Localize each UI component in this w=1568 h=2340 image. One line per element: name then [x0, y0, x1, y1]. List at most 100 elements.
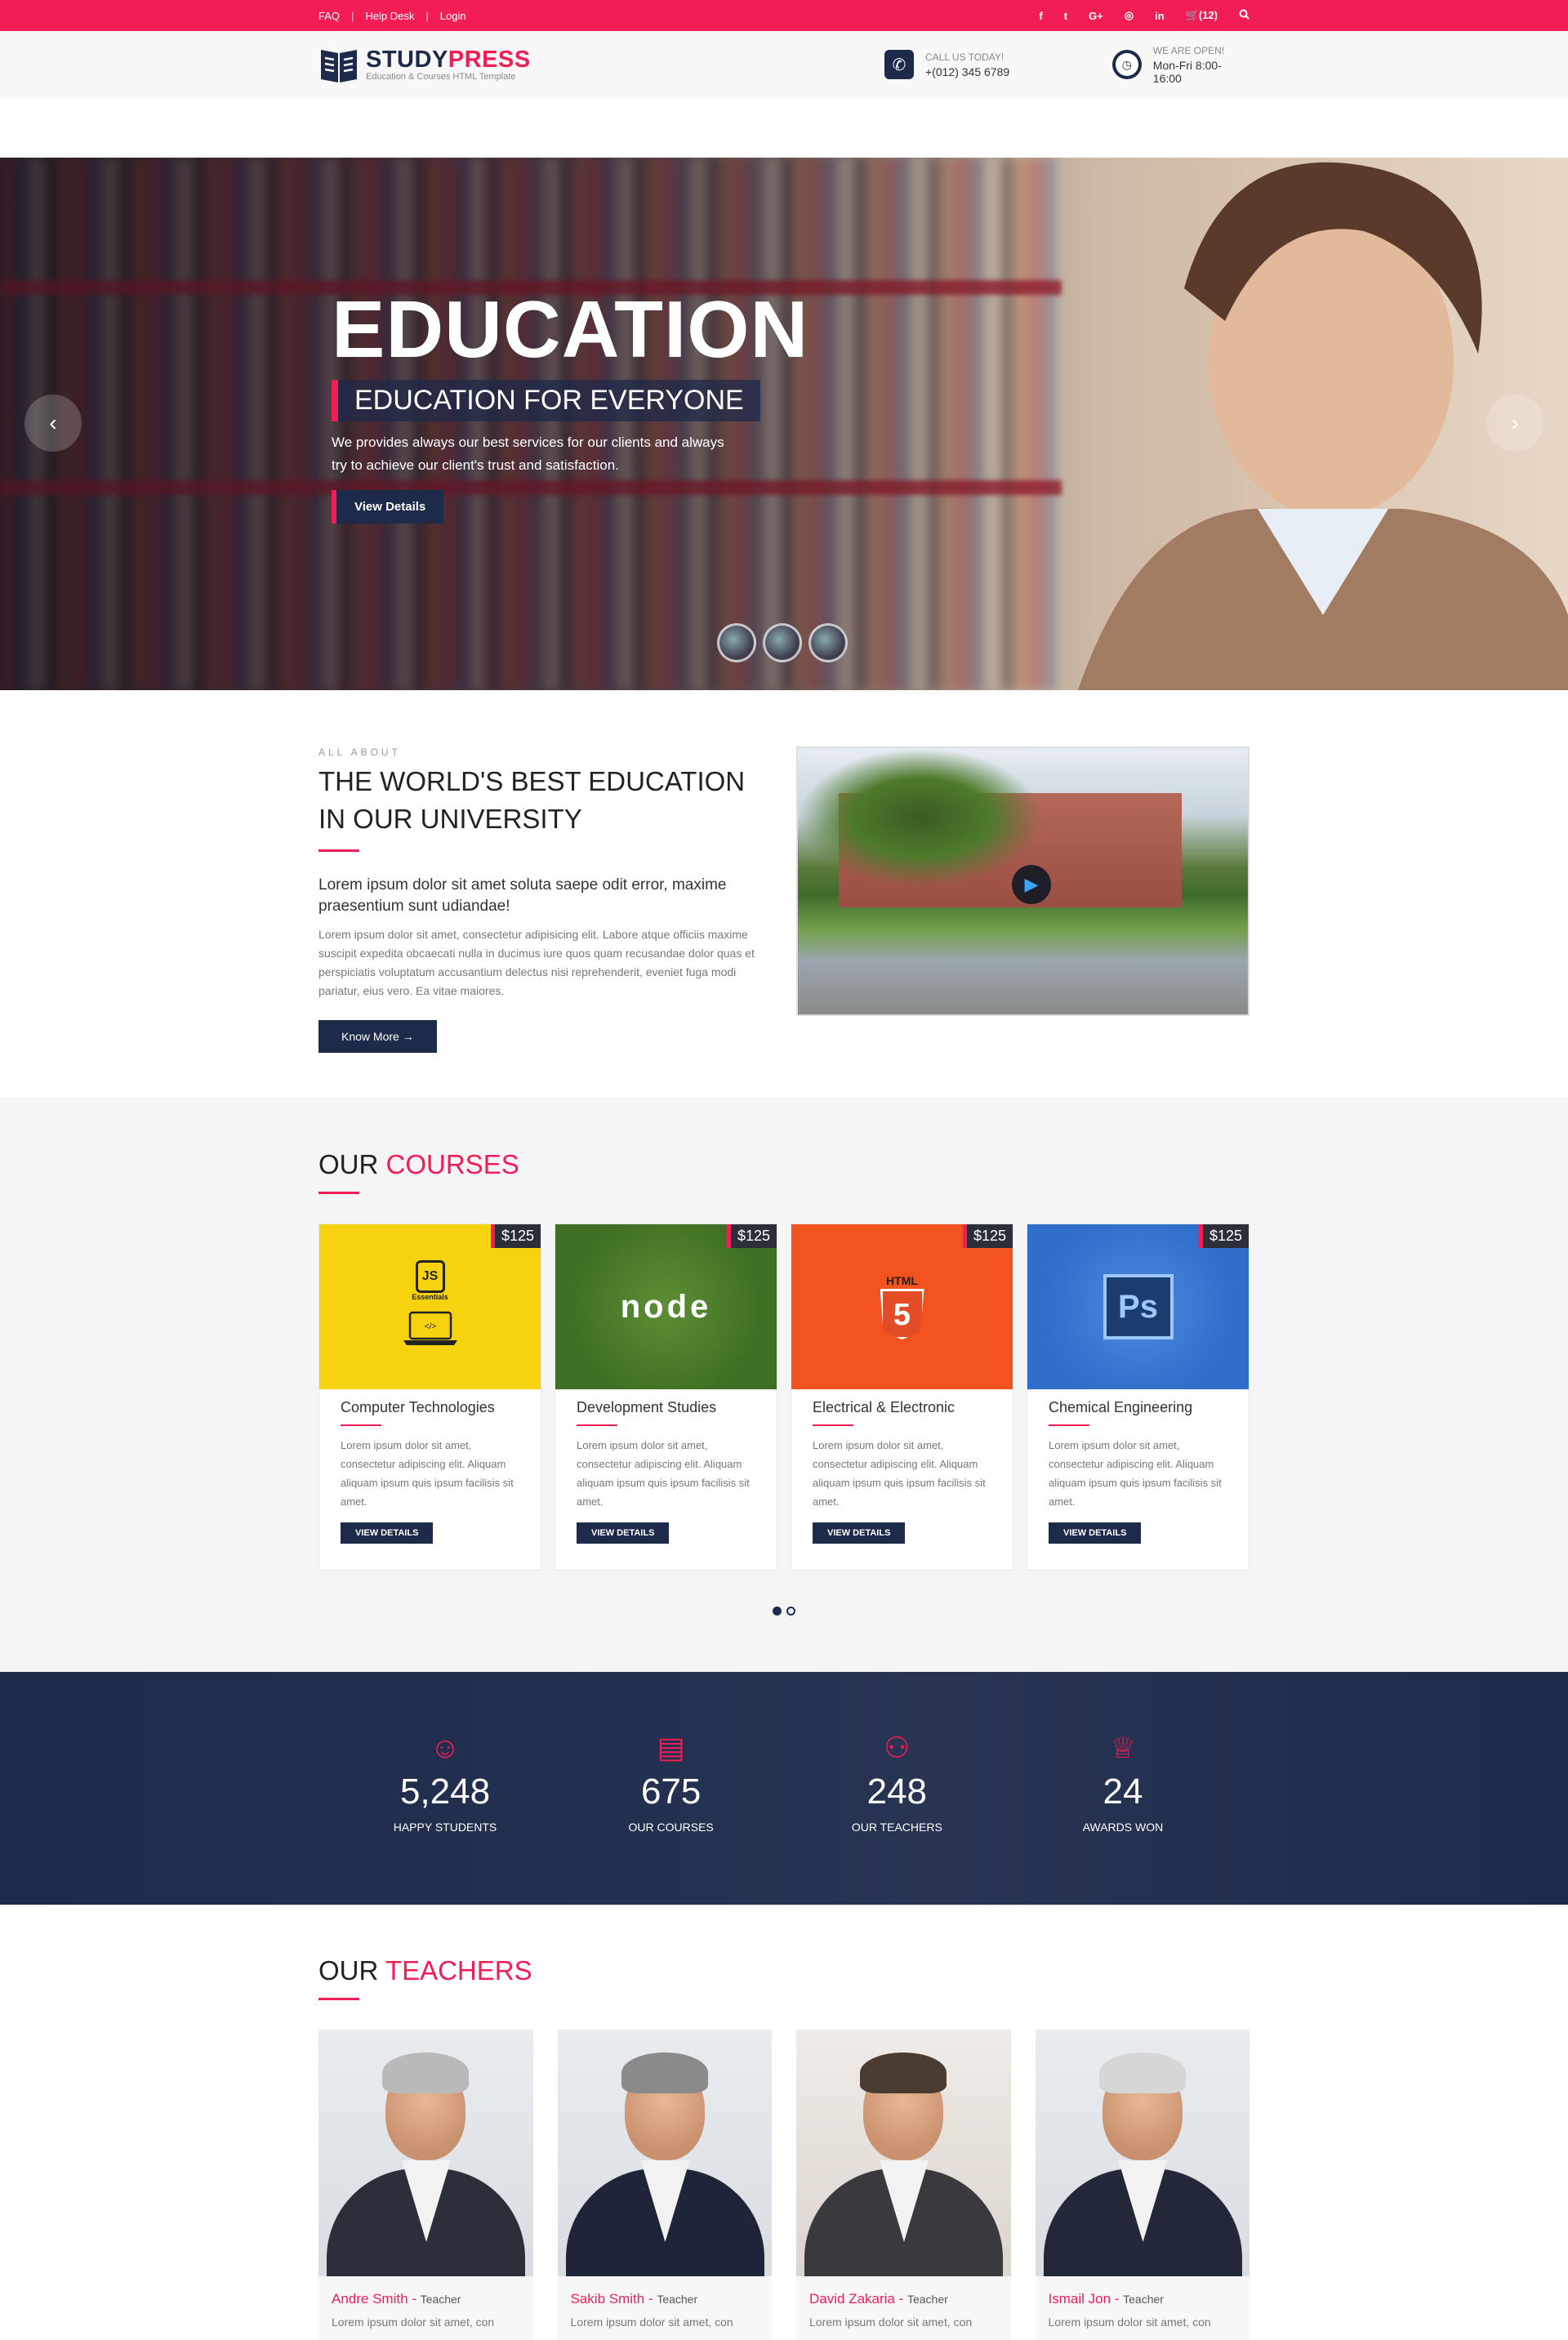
trophy-icon: ♕ — [1109, 1731, 1137, 1764]
carousel-dot[interactable] — [786, 1607, 795, 1616]
teacher-name[interactable]: Sakib Smith - Teacher — [558, 2276, 773, 2307]
slide-thumb[interactable] — [808, 623, 848, 662]
course-card: Ps $125 Chemical Engineering Lorem ipsum… — [1027, 1223, 1250, 1571]
teacher-photo[interactable] — [318, 2030, 533, 2276]
course-card: JS Essentials </> $125 Computer Technolo… — [318, 1223, 541, 1571]
book-logo-icon — [321, 50, 357, 82]
teachers-title: OUR TEACHERS — [318, 1955, 532, 1986]
teacher-name[interactable]: David Zakaria - Teacher — [796, 2276, 1011, 2307]
laptop-icon: </> — [403, 1311, 457, 1345]
view-details-button[interactable]: VIEW DETAILS — [341, 1522, 434, 1544]
call-label: CALL US TODAY! — [925, 51, 1004, 63]
about-lead: Lorem ipsum dolor sit amet soluta saepe … — [318, 876, 727, 915]
know-more-button[interactable]: Know More → — [318, 1020, 437, 1053]
title-underline — [813, 1424, 853, 1426]
hero-slider: EDUCATION EDUCATION FOR EVERYONE We prov… — [0, 158, 1568, 690]
slide-thumbnails — [717, 623, 848, 662]
stat-label: AWARDS WON — [1082, 1821, 1164, 1834]
users-icon: ⚇ — [884, 1731, 911, 1764]
separator: | — [425, 9, 429, 22]
cart-count: (12) — [1198, 9, 1218, 21]
brand-tagline: Education & Courses HTML Template — [366, 72, 516, 82]
teacher-list: Andre Smith - Teacher Lorem ipsum dolor … — [318, 2030, 1250, 2340]
course-description: Lorem ipsum dolor sit amet, consectetur … — [577, 1439, 750, 1508]
hero-description: We provides always our best services for… — [332, 435, 724, 473]
teacher-photo[interactable] — [557, 2030, 772, 2276]
course-title[interactable]: Development Studies — [577, 1399, 755, 1416]
teacher-card: Sakib Smith - Teacher Lorem ipsum dolor … — [557, 2030, 773, 2340]
stat-teachers: ⚇ 248 OUR TEACHERS — [811, 1731, 982, 1834]
cart-icon: 🛒 — [1185, 9, 1199, 21]
teacher-card: David Zakaria - Teacher Lorem ipsum dolo… — [796, 2030, 1011, 2340]
title-underline — [318, 849, 359, 852]
about-title: THE WORLD'S BEST EDUCATION IN OUR UNIVER… — [318, 766, 746, 834]
course-title[interactable]: Chemical Engineering — [1049, 1399, 1227, 1416]
slide-thumb[interactable] — [717, 623, 756, 662]
view-details-button[interactable]: View Details — [332, 490, 444, 524]
course-image[interactable]: HTML 5 $125 — [791, 1224, 1013, 1389]
title-underline — [1049, 1424, 1089, 1426]
course-card: HTML 5 $125 Electrical & Electronic Lore… — [791, 1223, 1013, 1571]
stat-awards: ♕ 24 AWARDS WON — [1037, 1731, 1209, 1834]
google-plus-icon[interactable]: G+ — [1089, 10, 1103, 22]
stat-courses: ▤ 675 OUR COURSES — [586, 1731, 757, 1834]
courses-title: OUR COURSES — [318, 1149, 519, 1179]
help-desk-link[interactable]: Help Desk — [365, 10, 414, 22]
campus-tree — [798, 748, 1043, 887]
facebook-icon[interactable]: f — [1039, 10, 1042, 22]
nodejs-logo: node — [620, 1288, 712, 1325]
course-list: JS Essentials </> $125 Computer Technolo… — [318, 1223, 1250, 1571]
logo[interactable]: STUDYPRESS Education & Courses HTML Temp… — [318, 45, 531, 84]
twitter-icon[interactable]: t — [1064, 10, 1067, 22]
separator: | — [351, 9, 354, 22]
title-underline — [577, 1424, 617, 1426]
teacher-photo[interactable] — [1035, 2030, 1250, 2276]
hours-info: ◷ WE ARE OPEN! Mon-Fri 8:00-16:00 — [1112, 45, 1250, 85]
title-underline — [318, 1998, 359, 2000]
stat-label: OUR TEACHERS — [851, 1821, 942, 1834]
hero-subtitle: EDUCATION FOR EVERYONE — [332, 380, 760, 421]
next-slide-button[interactable]: › — [1486, 394, 1544, 452]
slide-thumb[interactable] — [763, 623, 802, 662]
hero-content: EDUCATION EDUCATION FOR EVERYONE We prov… — [332, 288, 808, 524]
cart-button[interactable]: 🛒(12) — [1186, 9, 1218, 22]
course-image[interactable]: JS Essentials </> $125 — [319, 1224, 541, 1389]
stats-section: ☺ 5,248 HAPPY STUDENTS ▤ 675 OUR COURSES… — [0, 1672, 1568, 1905]
view-details-button[interactable]: VIEW DETAILS — [813, 1522, 906, 1544]
call-value[interactable]: +(012) 345 6789 — [925, 65, 1009, 78]
carousel-dots — [318, 1607, 1250, 1616]
carousel-dot[interactable] — [773, 1607, 782, 1616]
teacher-name[interactable]: Andre Smith - Teacher — [318, 2276, 533, 2307]
faq-link[interactable]: FAQ — [318, 10, 340, 22]
course-title[interactable]: Electrical & Electronic — [813, 1399, 991, 1416]
stat-label: HAPPY STUDENTS — [393, 1821, 497, 1834]
about-body: Lorem ipsum dolor sit amet, consectetur … — [318, 928, 755, 997]
stat-value: 675 — [640, 1772, 702, 1812]
play-icon[interactable]: ▶ — [1012, 865, 1051, 904]
stat-happy-students: ☺ 5,248 HAPPY STUDENTS — [359, 1731, 531, 1834]
instagram-icon[interactable]: ◎ — [1125, 9, 1134, 22]
stat-value: 24 — [1102, 1772, 1143, 1812]
chevron-left-icon: ‹ — [49, 410, 57, 435]
view-details-button[interactable]: VIEW DETAILS — [1049, 1522, 1142, 1544]
courses-section: OUR COURSES JS Essentials </> $125 Compu… — [0, 1097, 1568, 1672]
smiley-icon: ☺ — [430, 1731, 461, 1764]
course-card: node $125 Development Studies Lorem ipsu… — [555, 1223, 777, 1571]
search-icon[interactable] — [1239, 9, 1250, 22]
teacher-name[interactable]: Ismail Jon - Teacher — [1036, 2276, 1250, 2307]
social-icons: f t G+ ◎ in 🛒(12) — [1039, 9, 1250, 22]
about-section: ALL ABOUT THE WORLD'S BEST EDUCATION IN … — [0, 747, 1568, 1053]
course-image[interactable]: node $125 — [555, 1224, 777, 1389]
teacher-card: Andre Smith - Teacher Lorem ipsum dolor … — [318, 2030, 533, 2340]
login-link[interactable]: Login — [440, 10, 466, 22]
course-title[interactable]: Computer Technologies — [341, 1399, 519, 1416]
teacher-description: Lorem ipsum dolor sit amet, con — [809, 2315, 973, 2329]
course-image[interactable]: Ps $125 — [1027, 1224, 1249, 1389]
prev-slide-button[interactable]: ‹ — [24, 394, 82, 452]
clock-icon: ◷ — [1112, 50, 1142, 79]
teacher-photo[interactable] — [796, 2030, 1011, 2276]
teachers-section: OUR TEACHERS Andre Smith - Teacher Lorem… — [0, 1905, 1568, 2340]
linkedin-icon[interactable]: in — [1155, 10, 1165, 22]
view-details-button[interactable]: VIEW DETAILS — [577, 1522, 670, 1544]
campus-video[interactable]: ▶ — [796, 747, 1250, 1016]
